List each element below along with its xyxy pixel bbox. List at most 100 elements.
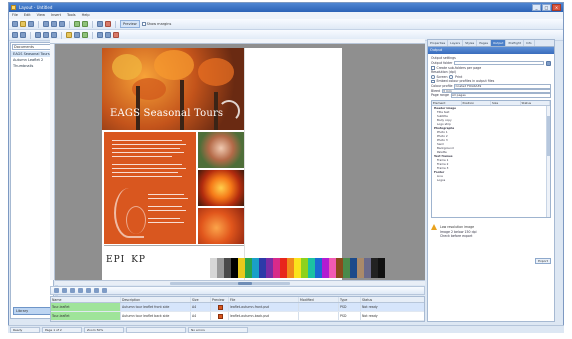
- select-tool-icon[interactable]: [12, 32, 18, 38]
- column-header[interactable]: Position: [462, 100, 491, 105]
- cut-icon[interactable]: [43, 21, 49, 27]
- color-swatch[interactable]: [259, 258, 266, 278]
- column-header[interactable]: Description: [121, 297, 191, 302]
- column-header[interactable]: Modified: [299, 297, 339, 302]
- color-swatch[interactable]: [329, 258, 336, 278]
- photo-frame[interactable]: [198, 208, 244, 244]
- first-record-icon[interactable]: [54, 288, 59, 293]
- color-swatch[interactable]: [350, 258, 357, 278]
- color-swatch[interactable]: [343, 258, 350, 278]
- range-input[interactable]: All pages: [451, 93, 551, 98]
- photo-frame[interactable]: [198, 170, 244, 206]
- tab-styles[interactable]: Styles: [463, 40, 478, 46]
- hero-image[interactable]: EAGS Seasonal Tours: [102, 48, 244, 130]
- copy-icon[interactable]: [51, 21, 57, 27]
- color-palette[interactable]: [203, 258, 385, 278]
- menu-insert[interactable]: Insert: [51, 12, 61, 19]
- save-icon[interactable]: [28, 21, 34, 27]
- body-text-frame[interactable]: [104, 132, 196, 244]
- radio-button[interactable]: [449, 75, 453, 79]
- export-button[interactable]: Export: [535, 258, 551, 264]
- menu-help[interactable]: Help: [82, 12, 90, 19]
- color-swatch[interactable]: [266, 258, 273, 278]
- scrollbar-thumb[interactable]: [170, 282, 290, 285]
- color-swatch[interactable]: [315, 258, 322, 278]
- color-swatch[interactable]: [378, 258, 385, 278]
- checkbox-box[interactable]: [431, 66, 435, 70]
- refresh-icon[interactable]: [102, 288, 107, 293]
- paste-icon[interactable]: [59, 21, 65, 27]
- text-tool-icon[interactable]: [20, 32, 26, 38]
- design-canvas[interactable]: EAGS Seasonal Tours EPI KP: [55, 44, 425, 280]
- library-tab[interactable]: Library: [13, 307, 53, 315]
- last-record-icon[interactable]: [78, 288, 83, 293]
- align-right-icon[interactable]: [51, 32, 57, 38]
- color-icon[interactable]: [82, 32, 88, 38]
- vertical-scrollbar[interactable]: [546, 105, 550, 217]
- bring-front-icon[interactable]: [97, 32, 103, 38]
- checkbox-box[interactable]: [431, 79, 435, 84]
- tab-output[interactable]: Output: [491, 40, 507, 46]
- checkbox-box[interactable]: [141, 22, 146, 26]
- column-header[interactable]: Name: [51, 297, 121, 302]
- color-swatch[interactable]: [364, 258, 371, 278]
- color-swatch[interactable]: [224, 258, 231, 278]
- column-header[interactable]: Preview: [211, 297, 229, 302]
- table-row[interactable]: Logos: [432, 178, 550, 182]
- color-swatch[interactable]: [336, 258, 343, 278]
- add-record-icon[interactable]: [86, 288, 91, 293]
- next-record-icon[interactable]: [70, 288, 75, 293]
- color-swatch[interactable]: [322, 258, 329, 278]
- prev-record-icon[interactable]: [62, 288, 67, 293]
- color-swatch[interactable]: [252, 258, 259, 278]
- close-button[interactable]: ×: [552, 4, 561, 11]
- align-center-icon[interactable]: [43, 32, 49, 38]
- table-row[interactable]: Tour-leaflet Autumn tour leaflet back si…: [51, 312, 424, 321]
- menu-edit[interactable]: Edit: [24, 12, 31, 19]
- color-swatch[interactable]: [280, 258, 287, 278]
- color-swatch[interactable]: [287, 258, 294, 278]
- color-swatch[interactable]: [203, 258, 210, 278]
- color-swatch[interactable]: [357, 258, 364, 278]
- color-swatch[interactable]: [294, 258, 301, 278]
- tab-pages[interactable]: Pages: [477, 40, 492, 46]
- document-item[interactable]: Thumbnails: [11, 63, 53, 69]
- color-swatch[interactable]: [217, 258, 224, 278]
- zoom-icon[interactable]: [97, 21, 103, 27]
- logo-strip[interactable]: EPI KP: [106, 255, 146, 265]
- menu-tools[interactable]: Tools: [67, 12, 76, 19]
- scrollbar-thumb[interactable]: [547, 115, 550, 156]
- tab-preflight[interactable]: Preflight: [506, 40, 524, 46]
- color-swatch[interactable]: [308, 258, 315, 278]
- tab-layers[interactable]: Layers: [448, 40, 464, 46]
- photo-frame[interactable]: [198, 132, 244, 168]
- delete-icon[interactable]: [113, 32, 119, 38]
- delete-record-icon[interactable]: [94, 288, 99, 293]
- documents-combo[interactable]: Documents: [12, 44, 52, 50]
- maximize-button[interactable]: □: [542, 4, 551, 11]
- column-header[interactable]: Size: [491, 100, 521, 105]
- menu-view[interactable]: View: [37, 12, 45, 19]
- show-margins-checkbox[interactable]: Show margins: [141, 22, 171, 26]
- hero-title[interactable]: EAGS Seasonal Tours: [110, 108, 223, 119]
- column-header[interactable]: File: [229, 297, 299, 302]
- redo-icon[interactable]: [82, 21, 88, 27]
- color-swatch[interactable]: [301, 258, 308, 278]
- new-icon[interactable]: [12, 21, 18, 27]
- image-icon[interactable]: [74, 32, 80, 38]
- align-left-icon[interactable]: [35, 32, 41, 38]
- open-icon[interactable]: [20, 21, 26, 27]
- color-swatch[interactable]: [238, 258, 245, 278]
- print-icon[interactable]: [105, 21, 111, 27]
- table-row[interactable]: Tour-leaflet Autumn tour leaflet front s…: [51, 303, 424, 312]
- page-front[interactable]: EAGS Seasonal Tours EPI KP: [102, 48, 244, 280]
- color-swatch[interactable]: [273, 258, 280, 278]
- preview-toggle[interactable]: Preview: [120, 20, 140, 28]
- column-header[interactable]: Type: [339, 297, 361, 302]
- column-header[interactable]: Size: [191, 297, 211, 302]
- color-swatch[interactable]: [210, 258, 217, 278]
- minimize-button[interactable]: _: [532, 4, 541, 11]
- browse-icon[interactable]: [546, 60, 551, 66]
- color-swatch[interactable]: [245, 258, 252, 278]
- page-back[interactable]: [244, 48, 342, 280]
